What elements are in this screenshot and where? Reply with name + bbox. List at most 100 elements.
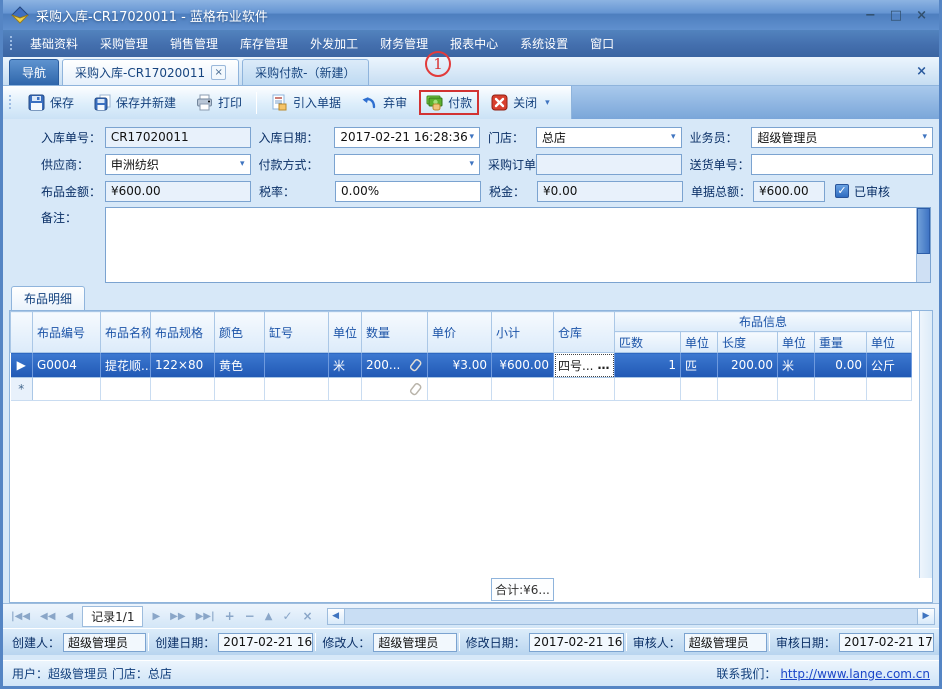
tab-navigation[interactable]: 导航 [9, 59, 59, 85]
nav-edit-button[interactable]: ▲ [261, 609, 277, 624]
lookup-ellipsis-button[interactable]: … [595, 358, 610, 372]
salesman-combo[interactable]: 超级管理员 ▾ [751, 127, 933, 148]
close-window-button[interactable]: × [916, 8, 927, 23]
col-header-qty[interactable]: 数量 [362, 312, 428, 353]
tab-fabric-detail[interactable]: 布品明细 [11, 286, 85, 310]
salesman-label: 业务员： [690, 129, 752, 146]
nav-post-button[interactable]: ✓ [278, 607, 296, 625]
chevron-down-icon[interactable]: ▾ [240, 159, 245, 169]
remark-scrollbar[interactable] [916, 208, 930, 282]
maximize-button[interactable]: □ [890, 8, 902, 23]
remark-textarea[interactable] [105, 207, 931, 283]
chevron-down-icon[interactable]: ▾ [671, 132, 676, 142]
import-document-icon [271, 94, 288, 111]
supplier-combo[interactable]: 申洲纺织 ▾ [105, 154, 251, 175]
close-dropdown-caret-icon[interactable]: ▾ [542, 98, 553, 108]
chevron-down-icon[interactable]: ▾ [469, 159, 474, 169]
scroll-right-arrow-icon[interactable]: ▶ [917, 609, 934, 624]
nav-insert-button[interactable]: + [221, 607, 239, 625]
tax-rate-field[interactable]: 0.00% [335, 181, 481, 202]
tab-purchase-payment-new[interactable]: 采购付款-（新建） [242, 59, 368, 85]
col-header-length[interactable]: 长度 [718, 332, 778, 353]
nav-cancel-button[interactable]: × [299, 607, 317, 625]
nav-next-page-button[interactable]: ▶▶ [166, 609, 189, 624]
nav-next-button[interactable]: ▶ [148, 609, 164, 624]
save-and-new-button[interactable]: 保存并新建 [84, 88, 186, 117]
cell-length[interactable]: 200.00 [718, 353, 778, 378]
col-header-price[interactable]: 单价 [428, 312, 492, 353]
unapprove-button[interactable]: 弃审 [351, 88, 417, 117]
grid-horizontal-scrollbar[interactable]: ◀ ▶ [327, 608, 935, 625]
title-bar[interactable]: 采购入库-CR17020011 - 蓝格布业软件 − □ × [3, 0, 939, 30]
cell-price[interactable]: ¥3.00 [428, 353, 492, 378]
print-button[interactable]: 打印 [186, 88, 252, 117]
scrollbar-thumb[interactable] [917, 208, 930, 254]
cell-spec[interactable]: 122×80 [151, 353, 215, 378]
approved-checkbox-wrap[interactable]: ✓ 已审核 [835, 183, 890, 200]
col-header-pcs[interactable]: 匹数 [615, 332, 681, 353]
nav-prior-page-button[interactable]: ◀◀ [36, 609, 59, 624]
scroll-left-arrow-icon[interactable]: ◀ [328, 609, 345, 624]
cell-qty[interactable]: 200... [362, 353, 428, 378]
save-button[interactable]: 保存 [18, 88, 84, 117]
col-header-name[interactable]: 布品名称 [101, 312, 151, 353]
close-form-button[interactable]: 关闭 ▾ [481, 88, 563, 117]
cell-subtotal[interactable]: ¥600.00 [492, 353, 554, 378]
pay-method-combo[interactable]: ▾ [334, 154, 480, 175]
cell-name[interactable]: 提花顺... [101, 353, 151, 378]
nav-prior-button[interactable]: ◀ [61, 609, 77, 624]
eraser-icon[interactable] [408, 383, 423, 396]
menu-outsourcing[interactable]: 外发加工 [299, 31, 369, 56]
cell-warehouse[interactable]: 四号... … [554, 353, 615, 378]
col-header-weight-unit[interactable]: 单位 [867, 332, 912, 353]
cell-color[interactable]: 黄色 [215, 353, 265, 378]
pay-button[interactable]: 1 付款 [419, 90, 479, 115]
col-header-weight[interactable]: 重量 [815, 332, 867, 353]
nav-last-button[interactable]: ▶▶| [192, 609, 219, 624]
menu-sales[interactable]: 销售管理 [159, 31, 229, 56]
minimize-button[interactable]: − [865, 8, 876, 23]
col-header-warehouse[interactable]: 仓库 [554, 312, 615, 353]
col-header-pcs-unit[interactable]: 单位 [681, 332, 718, 353]
col-header-color[interactable]: 颜色 [215, 312, 265, 353]
tab-purchase-receipt[interactable]: 采购入库-CR17020011 × [62, 59, 239, 85]
menu-basic-data[interactable]: 基础资料 [19, 31, 89, 56]
chevron-down-icon[interactable]: ▾ [922, 132, 927, 142]
eraser-icon[interactable] [408, 359, 423, 372]
col-header-spec[interactable]: 布品规格 [151, 312, 215, 353]
col-header-subtotal[interactable]: 小计 [492, 312, 554, 353]
menu-finance[interactable]: 财务管理 [369, 31, 439, 56]
menu-window[interactable]: 窗口 [579, 31, 625, 56]
approved-checkbox[interactable]: ✓ [835, 184, 849, 198]
tab-close-icon[interactable]: × [211, 65, 226, 80]
cell-code[interactable]: G0004 [33, 353, 101, 378]
new-record-row[interactable]: * [11, 378, 912, 401]
import-document-button[interactable]: 引入单据 [261, 88, 351, 117]
cell-unit[interactable]: 米 [329, 353, 362, 378]
website-link[interactable]: http://www.lange.com.cn [780, 667, 930, 681]
cell-vat-no[interactable] [265, 353, 329, 378]
cell-weight[interactable]: 0.00 [815, 353, 867, 378]
chevron-down-icon[interactable]: ▾ [469, 132, 474, 142]
cell-pcs[interactable]: 1 [615, 353, 681, 378]
cell-length-unit[interactable]: 米 [778, 353, 815, 378]
store-combo[interactable]: 总店 ▾ [536, 127, 682, 148]
delivery-no-field[interactable] [751, 154, 933, 175]
cell-weight-unit[interactable]: 公斤 [867, 353, 912, 378]
nav-first-button[interactable]: |◀◀ [7, 609, 34, 624]
cell-pcs-unit[interactable]: 匹 [681, 353, 718, 378]
col-header-unit[interactable]: 单位 [329, 312, 362, 353]
col-header-length-unit[interactable]: 单位 [778, 332, 815, 353]
col-header-vat-no[interactable]: 缸号 [265, 312, 329, 353]
menu-reports[interactable]: 报表中心 [439, 31, 509, 56]
table-row[interactable]: ▶ G0004 提花顺... 122×80 黄色 米 200... ¥3.00 … [11, 353, 912, 378]
receipt-date-combo[interactable]: 2017-02-21 16:28:36 ▾ [334, 127, 480, 148]
menu-inventory[interactable]: 库存管理 [229, 31, 299, 56]
col-header-code[interactable]: 布品编号 [33, 312, 101, 353]
menu-settings[interactable]: 系统设置 [509, 31, 579, 56]
menu-purchase[interactable]: 采购管理 [89, 31, 159, 56]
nav-delete-button[interactable]: − [241, 607, 259, 625]
grid-vertical-scrollbar[interactable] [919, 311, 932, 578]
modifier-field: 超级管理员 [373, 633, 456, 652]
tabstrip-close-icon[interactable]: × [916, 64, 931, 83]
